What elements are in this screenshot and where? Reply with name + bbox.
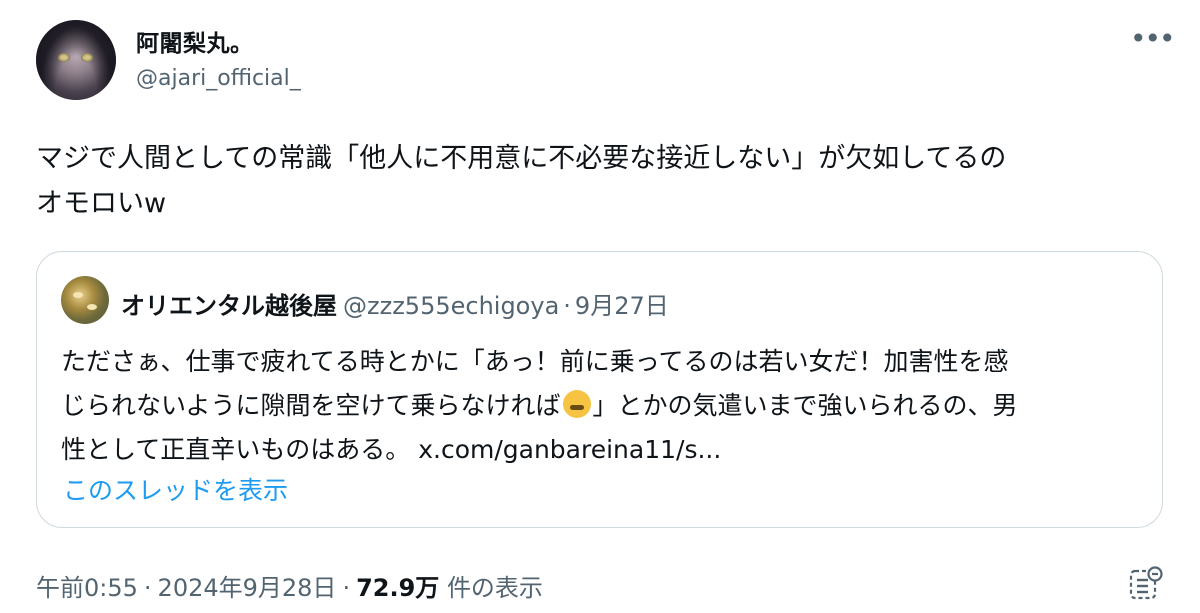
avatar-detail <box>87 304 97 310</box>
views-count: 72.9万 <box>356 574 440 602</box>
tweet-time[interactable]: 午前0:55 <box>36 574 138 602</box>
tweet-date[interactable]: 2024年9月28日 <box>158 574 337 602</box>
more-horizontal-icon[interactable]: ••• <box>1130 22 1176 55</box>
author-avatar[interactable] <box>36 20 116 100</box>
avatar-detail <box>73 292 83 298</box>
quote-text: たださぁ、仕事で疲れてる時とかに「あっ！前に乗ってるのは若い女だ！加害性を感 じ… <box>61 340 1141 472</box>
quote-author-avatar[interactable] <box>61 276 109 324</box>
tweet-meta: 午前0:55 · 2024年9月28日 · 72.9万 件の表示 <box>36 568 543 603</box>
avatar-eye-left <box>58 53 70 62</box>
quote-line-3: 性として正直辛いものはある。 x.com/ganbareina11/s... <box>61 428 1141 472</box>
tweet-text-line-1: マジで人間としての常識「他人に不用意に不必要な接近しない」が欠如してるの <box>36 143 1007 174</box>
author-handle[interactable]: @ajari_official_ <box>136 66 301 91</box>
tweet-text-line-2: オモロいw <box>36 188 167 219</box>
quote-link[interactable]: x.com/ganbareina11/s... <box>418 435 721 464</box>
meta-separator: · <box>143 574 152 602</box>
tweet-text: マジで人間としての常識「他人に不用意に不必要な接近しない」が欠如してるの オモロ… <box>36 136 1176 226</box>
quote-header: オリエンタル越後屋 @zzz555echigoya · 9月27日 <box>121 286 669 321</box>
quote-separator: · <box>563 292 571 320</box>
quote-line-2: じられないように隙間を空けて乗らなければ 」とかの気遣いまで強いられるの、男 <box>61 384 1141 428</box>
analytics-icon-svg <box>1129 566 1163 600</box>
face-with-steam-emoji <box>562 390 591 418</box>
author-name[interactable]: 阿闍梨丸。 <box>136 24 254 58</box>
views-label: 件の表示 <box>446 574 543 602</box>
quote-line-2b: 」とかの気遣いまで強いられるの、男 <box>592 391 1018 420</box>
quote-line-1: たださぁ、仕事で疲れてる時とかに「あっ！前に乗ってるのは若い女だ！加害性を感 <box>61 347 1009 376</box>
quote-line-3-text: 性として正直辛いものはある。 <box>61 435 411 464</box>
quote-date[interactable]: 9月27日 <box>575 292 669 320</box>
show-thread-link[interactable]: このスレッドを表示 <box>63 471 288 507</box>
quote-author-name[interactable]: オリエンタル越後屋 <box>121 292 337 320</box>
avatar-hair <box>36 20 116 100</box>
quote-author-handle[interactable]: @zzz555echigoya <box>343 292 559 320</box>
analytics-icon[interactable] <box>1128 566 1164 602</box>
avatar-eye-right <box>81 53 93 62</box>
meta-separator: · <box>342 574 351 602</box>
quote-line-2a: じられないように隙間を空けて乗らなければ <box>61 391 561 420</box>
quoted-tweet[interactable]: オリエンタル越後屋 @zzz555echigoya · 9月27日 たださぁ、仕事で疲… <box>36 251 1163 528</box>
